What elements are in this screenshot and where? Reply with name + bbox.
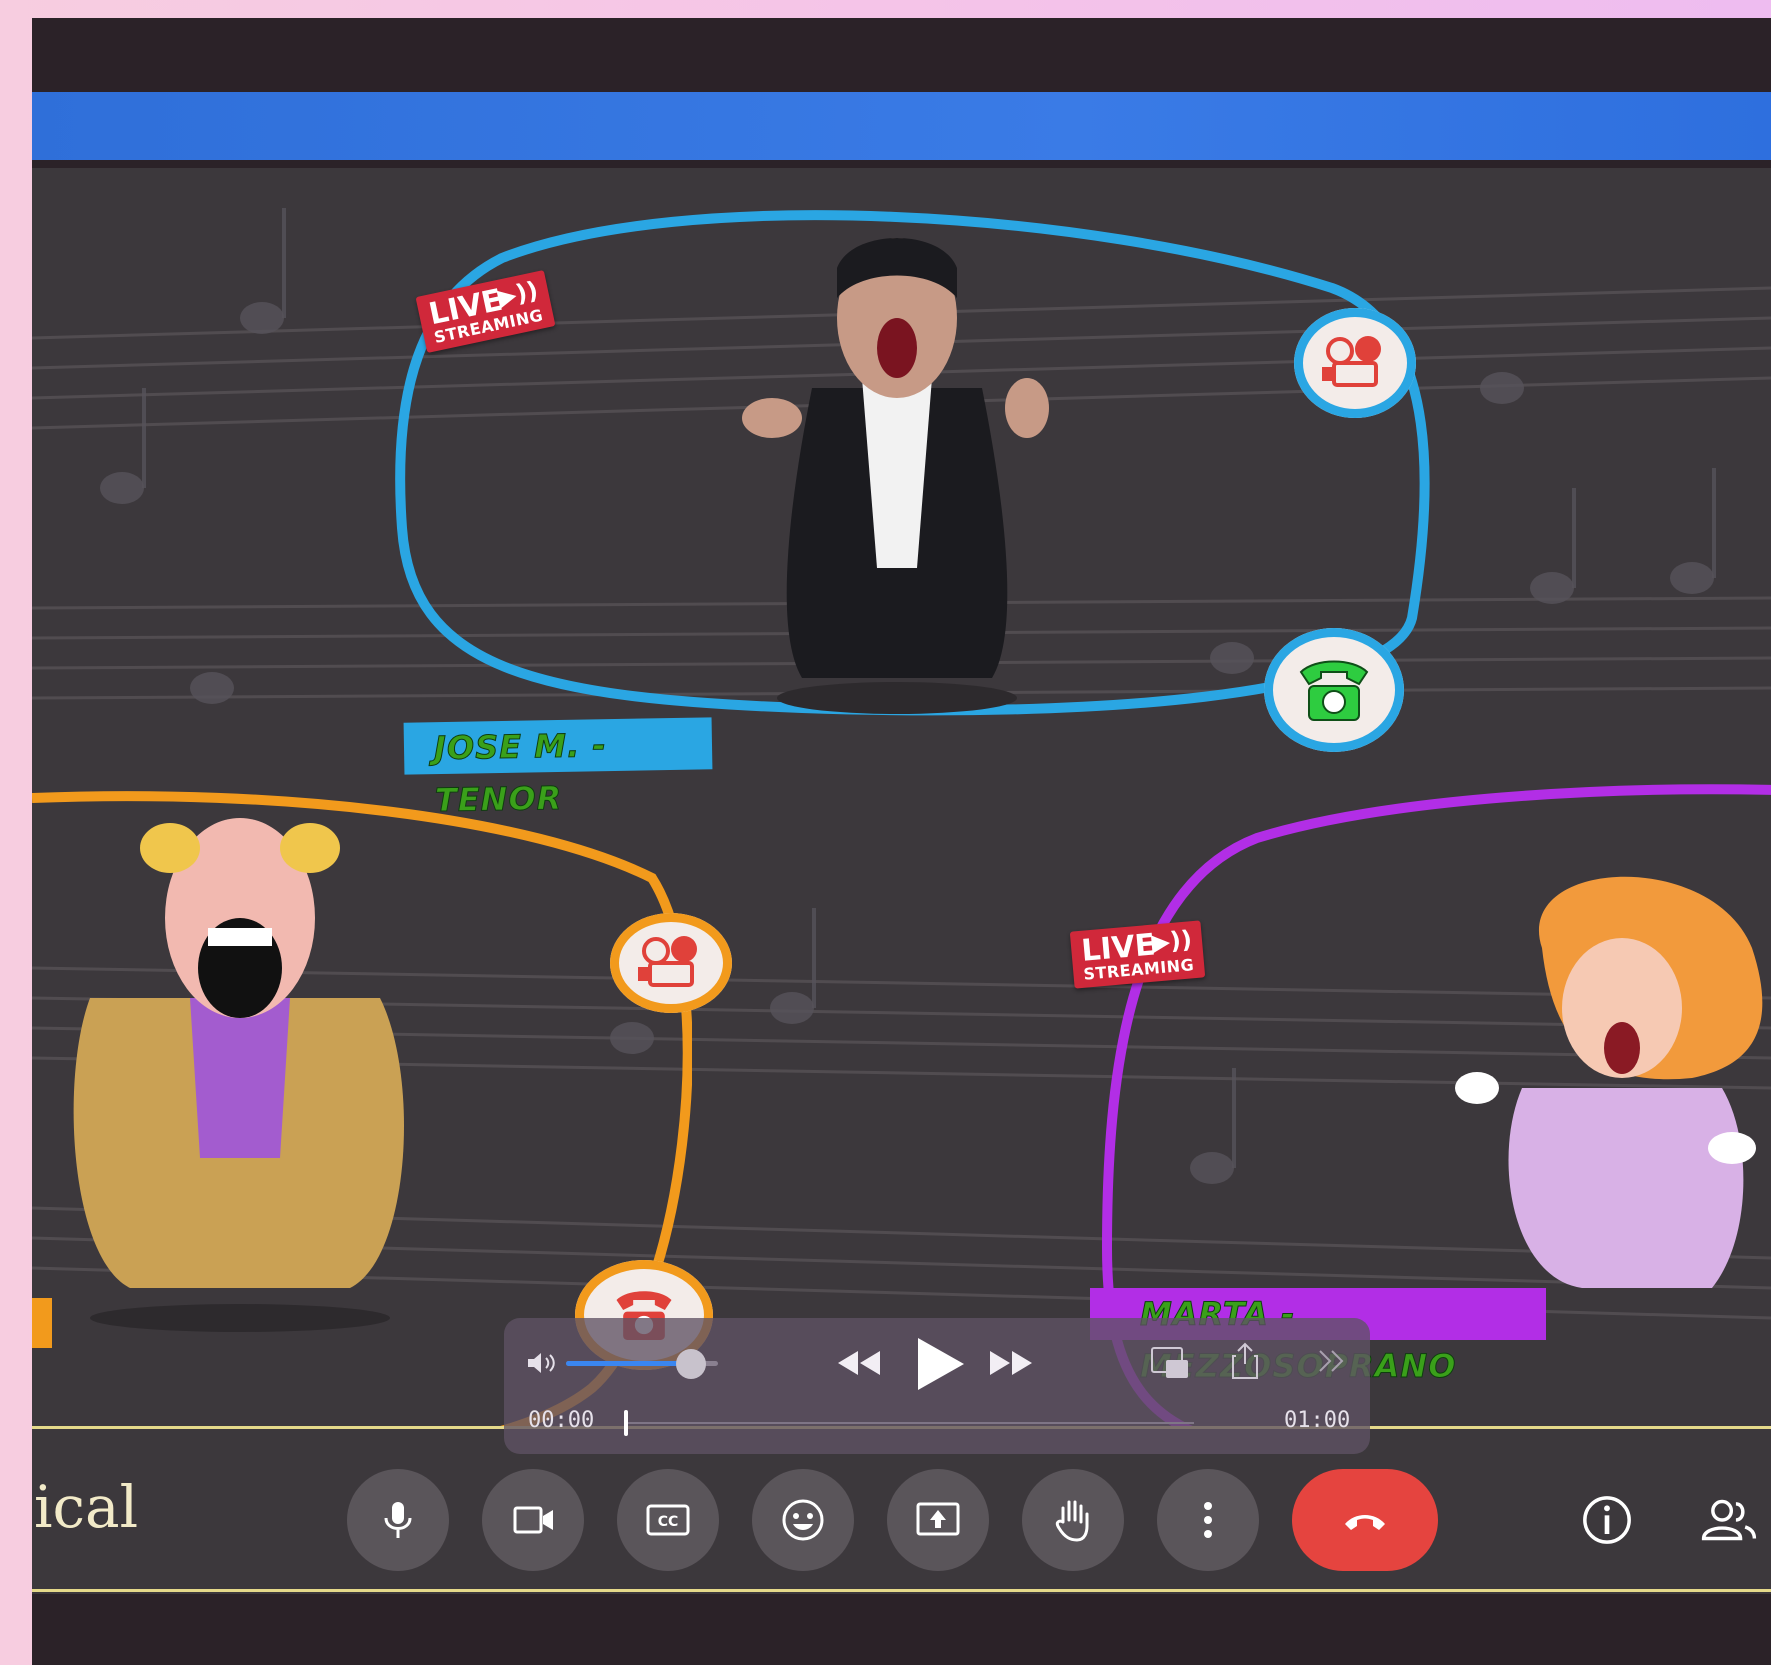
header-bar bbox=[32, 92, 1771, 160]
baritone-singer-figure bbox=[73, 818, 404, 1332]
more-chevrons-icon bbox=[1319, 1350, 1344, 1372]
emoji-icon bbox=[782, 1499, 824, 1541]
present-screen-icon bbox=[916, 1502, 960, 1536]
info-icon bbox=[1583, 1496, 1631, 1544]
picture-in-picture-button[interactable] bbox=[1150, 1346, 1190, 1384]
raise-hand-icon bbox=[1055, 1500, 1089, 1542]
captions-button[interactable]: CC bbox=[617, 1469, 719, 1571]
green-telephone-icon[interactable] bbox=[1264, 628, 1404, 752]
picture-in-picture-icon bbox=[1151, 1347, 1188, 1378]
time-current: 00:00 bbox=[528, 1408, 595, 1433]
share-icon bbox=[1232, 1342, 1258, 1379]
camera-button[interactable] bbox=[482, 1469, 584, 1571]
baritone-name-tag bbox=[32, 1298, 52, 1348]
media-player-overlay: 00:00 01:00 bbox=[504, 1318, 1370, 1454]
volume-button[interactable] bbox=[526, 1350, 560, 1380]
people-icon bbox=[1701, 1499, 1757, 1541]
rewind-icon bbox=[838, 1351, 880, 1375]
volume-icon bbox=[528, 1353, 555, 1373]
mezzo-singer-figure bbox=[1455, 876, 1763, 1288]
volume-slider-track[interactable] bbox=[566, 1349, 718, 1379]
bottom-strip bbox=[32, 1594, 1771, 1665]
svg-text:CC: CC bbox=[658, 1514, 679, 1530]
hang-up-button[interactable] bbox=[1292, 1469, 1438, 1571]
film-camera-icon[interactable] bbox=[1294, 308, 1416, 418]
tenor-name-tag: JOSE M. - TENOR bbox=[403, 717, 713, 820]
more-options-icon bbox=[1204, 1502, 1212, 1538]
seek-bar-handle[interactable] bbox=[624, 1410, 628, 1436]
video-call-screen: LIVE STREAMING ▶)) JOSE M. - TENOR LIVE … bbox=[32, 18, 1771, 1665]
emoji-button[interactable] bbox=[752, 1469, 854, 1571]
more-options-button[interactable] bbox=[1157, 1469, 1259, 1571]
play-button[interactable] bbox=[914, 1336, 966, 1396]
rewind-button[interactable] bbox=[836, 1348, 882, 1382]
camera-icon bbox=[513, 1506, 553, 1534]
time-total: 01:00 bbox=[1284, 1408, 1351, 1433]
tenor-singer-figure bbox=[742, 238, 1049, 714]
volume-slider-knob[interactable] bbox=[675, 1349, 706, 1379]
volume-slider-fill bbox=[566, 1361, 691, 1366]
more-chevrons-button[interactable] bbox=[1316, 1348, 1348, 1378]
share-button[interactable] bbox=[1230, 1342, 1260, 1384]
hang-up-icon bbox=[1345, 1515, 1385, 1530]
present-screen-button[interactable] bbox=[887, 1469, 989, 1571]
info-button[interactable] bbox=[1576, 1489, 1638, 1551]
fast-forward-icon bbox=[990, 1351, 1032, 1375]
play-icon bbox=[918, 1338, 964, 1390]
meeting-name: ical bbox=[34, 1473, 139, 1541]
microphone-button[interactable] bbox=[347, 1469, 449, 1571]
film-camera-icon[interactable] bbox=[610, 913, 732, 1013]
seek-bar[interactable] bbox=[624, 1410, 1194, 1436]
captions-icon: CC bbox=[646, 1504, 690, 1536]
fast-forward-button[interactable] bbox=[988, 1348, 1034, 1382]
microphone-icon bbox=[384, 1502, 412, 1538]
live-streaming-badge: LIVE STREAMING ▶)) bbox=[1069, 920, 1206, 989]
people-button[interactable] bbox=[1698, 1489, 1760, 1551]
raise-hand-button[interactable] bbox=[1022, 1469, 1124, 1571]
